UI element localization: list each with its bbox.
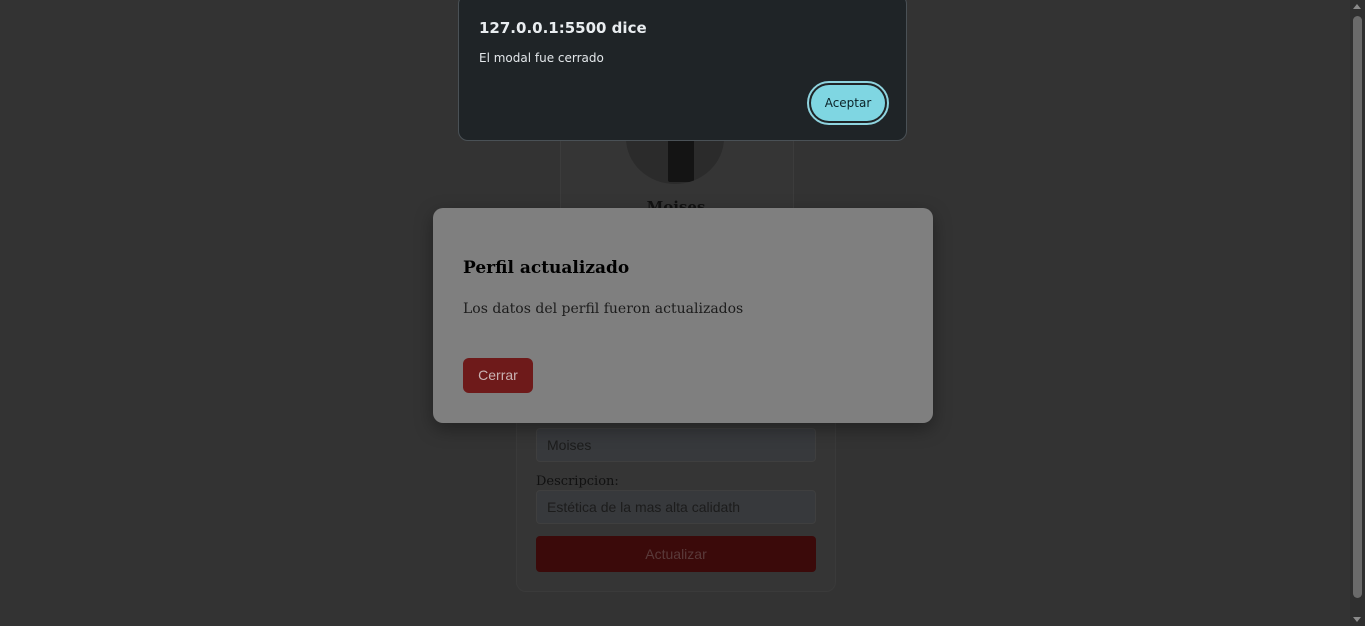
scroll-down-icon[interactable] [1353, 617, 1361, 622]
page: Moises Nombre: Moises Descripcion: Estét… [0, 0, 1365, 626]
scroll-thumb[interactable] [1353, 16, 1362, 598]
description-label: Descripcion: [536, 474, 619, 489]
modal-message: Los datos del perfil fueron actualizados [463, 301, 744, 317]
vertical-scrollbar[interactable] [1350, 0, 1365, 626]
accept-button-label: Aceptar [811, 85, 885, 121]
accept-button[interactable]: Aceptar [807, 81, 889, 125]
modal-title: Perfil actualizado [463, 258, 630, 278]
alert-origin: 127.0.0.1:5500 dice [479, 19, 647, 37]
description-input[interactable]: Estética de la mas alta calidath [536, 490, 816, 524]
scroll-up-icon[interactable] [1353, 4, 1361, 9]
name-input[interactable]: Moises [536, 428, 816, 462]
update-button[interactable]: Actualizar [536, 536, 816, 572]
alert-message: El modal fue cerrado [479, 51, 604, 65]
close-button[interactable]: Cerrar [463, 358, 533, 393]
profile-updated-modal: Perfil actualizado Los datos del perfil … [433, 208, 933, 423]
browser-alert-dialog: 127.0.0.1:5500 dice El modal fue cerrado… [458, 0, 907, 141]
